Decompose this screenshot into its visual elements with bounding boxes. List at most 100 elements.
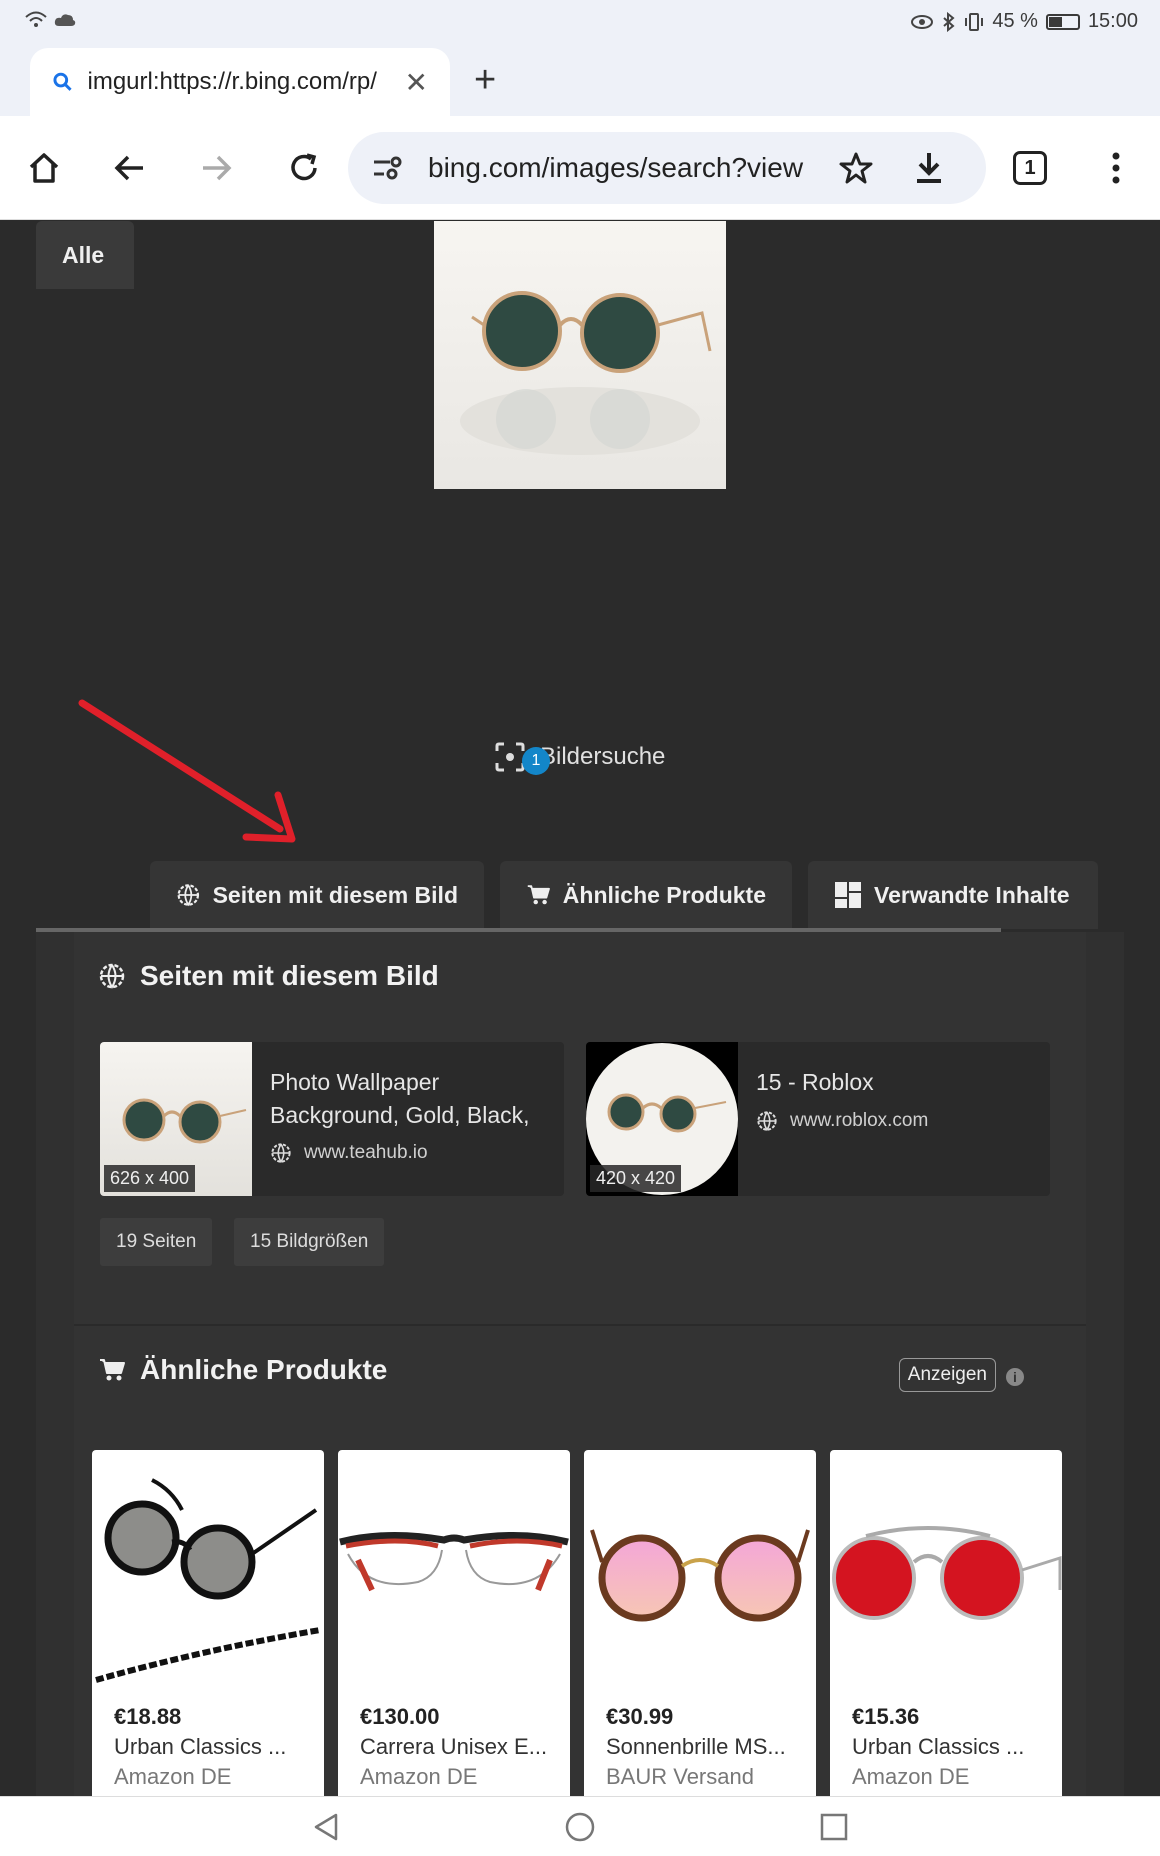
cloud-icon <box>54 14 76 26</box>
tab-alle[interactable]: Alle <box>36 221 134 289</box>
tab-switcher-button[interactable]: 1 <box>1008 146 1052 190</box>
product-price: €130.00 <box>360 1704 440 1729</box>
tab-strip: imgurl:https://r.bing.com/rp/ ✕ + <box>0 44 1160 116</box>
tab-label: Seiten mit diesem Bild <box>212 881 458 908</box>
image-size-label: 420 x 420 <box>590 1165 682 1192</box>
tab-count: 1 <box>1013 151 1047 185</box>
menu-button[interactable] <box>1094 146 1138 190</box>
eye-icon <box>911 14 934 29</box>
product-seller: BAUR Versand <box>606 1764 754 1789</box>
image-size-label: 626 x 400 <box>104 1165 196 1192</box>
globe-icon <box>271 1143 291 1164</box>
product-name[interactable]: Sonnenbrille MS... <box>606 1734 806 1760</box>
nav-home-icon[interactable] <box>564 1811 596 1843</box>
system-nav-bar <box>0 1796 1160 1856</box>
product-seller: Amazon DE <box>360 1764 478 1789</box>
home-button[interactable] <box>22 146 66 190</box>
tab-similar-products[interactable]: Ähnliche Produkte <box>500 861 792 929</box>
wifi-icon <box>25 11 47 27</box>
visual-search-label: Bildersuche <box>540 743 666 770</box>
new-tab-button[interactable]: + <box>474 58 496 102</box>
visual-search-button[interactable]: Bildersuche <box>494 741 665 773</box>
product-image-round-sunglasses-chain <box>95 1478 321 1683</box>
domain-text: www.roblox.com <box>790 1110 929 1131</box>
pages-section-title: Seiten mit diesem Bild <box>98 960 439 992</box>
ads-label: Anzeigen <box>898 1358 996 1392</box>
back-arrow-icon <box>114 155 143 181</box>
clock: 15:00 <box>1087 10 1138 32</box>
section-title-text: Seiten mit diesem Bild <box>140 960 439 991</box>
result-thumbnail: 420 x 420 <box>586 1042 738 1196</box>
product-image-red-eyeglasses <box>339 1531 569 1592</box>
globe-icon <box>99 963 125 989</box>
reload-button[interactable] <box>282 146 326 190</box>
product-seller: Amazon DE <box>114 1764 232 1789</box>
section-title-text: Ähnliche Produkte <box>140 1354 388 1385</box>
product-card[interactable]: €15.36 Urban Classics ... Amazon DE <box>830 1450 1062 1810</box>
status-bar: 45 % 15:00 <box>0 0 1160 44</box>
tab-pages-with-image[interactable]: Seiten mit diesem Bild <box>150 861 484 929</box>
grid-icon <box>835 882 861 908</box>
tab-label: Verwandte Inhalte <box>874 881 1070 908</box>
product-price: €30.99 <box>606 1704 674 1729</box>
results-inner: Seiten mit diesem Bild 626 x 400 Photo W… <box>74 932 1086 1810</box>
product-seller: Amazon DE <box>852 1764 970 1789</box>
bookmark-star-icon[interactable] <box>838 150 874 186</box>
results-panel: Seiten mit diesem Bild 626 x 400 Photo W… <box>36 932 1124 1810</box>
tab-title: imgurl:https://r.bing.com/rp/ <box>87 68 377 95</box>
tab-label: Ähnliche Produkte <box>562 881 766 908</box>
annotation-arrow <box>78 699 296 843</box>
product-image-pink-lens-sunglasses <box>590 1529 810 1622</box>
result-domain: www.roblox.com <box>756 1110 928 1132</box>
result-title[interactable]: 15 - Roblox <box>756 1066 1046 1099</box>
result-title[interactable]: Photo Wallpaper Background, Gold, Black, <box>270 1066 560 1132</box>
product-card[interactable]: €130.00 Carrera Unisex E... Amazon DE <box>338 1450 570 1810</box>
pages-count-chip[interactable]: 19 Seiten <box>100 1218 213 1266</box>
address-bar[interactable]: bing.com/images/search?view <box>348 132 986 204</box>
cart-icon <box>100 1359 125 1381</box>
battery-icon <box>1045 13 1080 30</box>
site-settings-icon[interactable] <box>372 154 404 182</box>
forward-button[interactable] <box>194 146 238 190</box>
nav-back-icon[interactable] <box>310 1811 342 1843</box>
globe-icon <box>177 884 200 907</box>
sunglasses-image <box>460 291 712 455</box>
forward-arrow-icon <box>203 155 232 181</box>
search-icon <box>53 72 72 91</box>
home-icon <box>29 153 59 183</box>
product-price: €15.36 <box>852 1704 920 1729</box>
product-name[interactable]: Urban Classics ... <box>114 1734 314 1760</box>
image-sizes-chip[interactable]: 15 Bildgrößen <box>234 1218 385 1266</box>
nav-recents-icon[interactable] <box>818 1811 850 1843</box>
cart-icon <box>527 885 550 905</box>
vibrate-icon <box>965 12 984 31</box>
globe-icon <box>757 1111 777 1132</box>
page-result-card[interactable]: 626 x 400 Photo Wallpaper Background, Go… <box>100 1042 564 1196</box>
result-domain: www.teahub.io <box>270 1142 428 1164</box>
product-card[interactable]: €18.88 Urban Classics ... Amazon DE <box>92 1450 324 1810</box>
url-text[interactable]: bing.com/images/search?view <box>428 152 808 184</box>
product-card[interactable]: €30.99 Sonnenbrille MS... BAUR Versand <box>584 1450 816 1810</box>
bluetooth-icon <box>943 11 955 32</box>
camera-scan-icon <box>495 742 525 772</box>
browser-tab[interactable]: imgurl:https://r.bing.com/rp/ ✕ <box>30 48 450 116</box>
product-price: €18.88 <box>114 1704 182 1729</box>
more-vert-icon <box>1112 152 1120 184</box>
back-button[interactable] <box>108 146 152 190</box>
product-name[interactable]: Urban Classics ... <box>852 1734 1052 1760</box>
domain-text: www.teahub.io <box>304 1142 428 1163</box>
battery-percent: 45 % <box>992 10 1038 32</box>
page-result-card[interactable]: 420 x 420 15 - Roblox www.roblox.com <box>586 1042 1050 1196</box>
tab-label: Alle <box>62 241 105 268</box>
browser-toolbar: bing.com/images/search?view 1 <box>0 116 1160 220</box>
section-divider <box>74 1324 1086 1326</box>
download-icon[interactable] <box>912 150 946 186</box>
query-image[interactable] <box>434 221 726 489</box>
product-name[interactable]: Carrera Unisex E... <box>360 1734 560 1760</box>
notification-badge: 1 <box>522 747 550 775</box>
tab-related-content[interactable]: Verwandte Inhalte <box>808 861 1098 929</box>
products-section-title: Ähnliche Produkte <box>98 1354 387 1386</box>
info-icon[interactable]: i <box>1006 1368 1024 1386</box>
reload-icon <box>291 153 317 181</box>
close-tab-icon[interactable]: ✕ <box>405 66 428 99</box>
